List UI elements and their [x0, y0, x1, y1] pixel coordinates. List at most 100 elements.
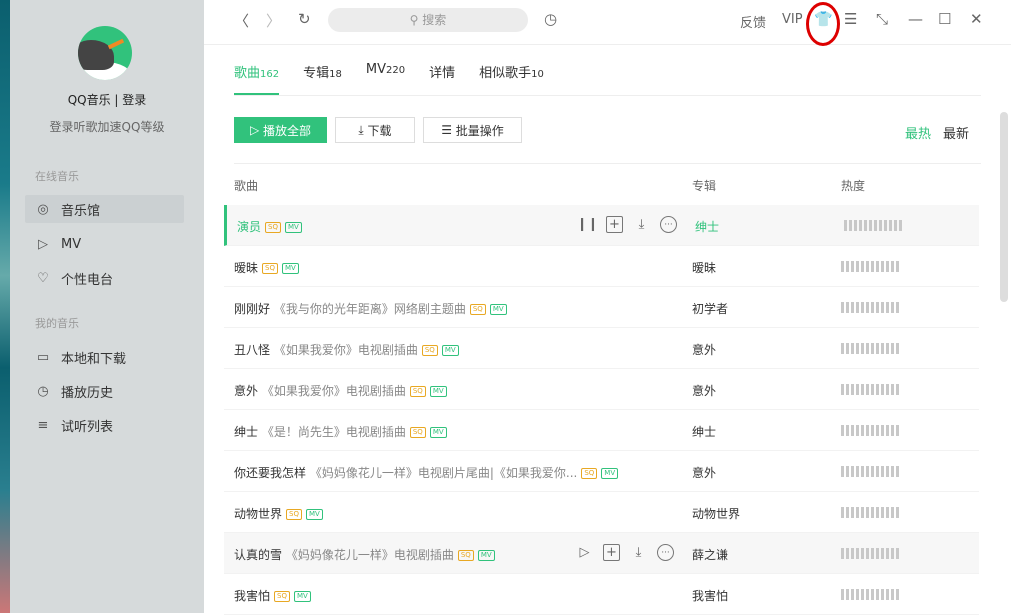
refresh-icon[interactable]: ↻	[298, 10, 311, 28]
heat-bar	[841, 589, 901, 600]
song-row[interactable]: 演员SQMV ❙❙ + ⤓ ··· 绅士	[224, 205, 979, 246]
mv-badge[interactable]: MV	[285, 222, 302, 233]
mv-badge[interactable]: MV	[442, 345, 459, 356]
album-link[interactable]: 意外	[692, 341, 716, 358]
tab-details[interactable]: 详情	[429, 62, 455, 95]
sidebar-item-history[interactable]: ◷ 播放历史	[25, 377, 184, 405]
album-link[interactable]: 绅士	[692, 423, 716, 440]
tab-mv[interactable]: MV220	[366, 62, 405, 95]
song-row[interactable]: 我害怕SQMV我害怕	[224, 574, 979, 615]
section-my-music: 我的音乐	[35, 315, 79, 331]
sq-badge: SQ	[581, 468, 597, 479]
sidebar-item-mv[interactable]: ▷ MV	[25, 230, 184, 258]
song-title[interactable]: 认真的雪 《妈妈像花儿一样》电视剧插曲SQMV	[234, 546, 495, 563]
sq-badge: SQ	[410, 427, 426, 438]
sidebar-item-label: 试听列表	[61, 416, 113, 435]
sort-hot[interactable]: 最热	[905, 123, 931, 142]
minimize-icon[interactable]: —	[908, 10, 923, 28]
menu-icon[interactable]: ☰	[844, 10, 857, 28]
song-row[interactable]: 认真的雪 《妈妈像花儿一样》电视剧插曲SQMV ▷ + ⤓ ···薛之谦	[224, 533, 979, 574]
sq-badge: SQ	[422, 345, 438, 356]
sidebar-item-radio[interactable]: ♡个性电台	[25, 264, 184, 292]
album-link[interactable]: 意外	[692, 382, 716, 399]
song-row[interactable]: 意外 《如果我爱你》电视剧插曲SQMV意外	[224, 369, 979, 410]
playlist-icon: ≡	[35, 417, 51, 433]
album-link[interactable]: 绅士	[695, 218, 719, 235]
song-row[interactable]: 绅士 《是！尚先生》电视剧插曲SQMV绅士	[224, 410, 979, 451]
heat-bar	[841, 384, 901, 395]
sq-badge: SQ	[274, 591, 290, 602]
maximize-icon[interactable]: ☐	[938, 10, 951, 28]
search-placeholder: 搜索	[422, 13, 446, 27]
song-title[interactable]: 演员SQMV	[237, 218, 302, 235]
song-row[interactable]: 暧昧SQMV 暧昧	[224, 246, 979, 287]
song-title[interactable]: 动物世界SQMV	[234, 505, 323, 522]
mv-badge[interactable]: MV	[306, 509, 323, 520]
recognize-music-icon[interactable]: ◷	[544, 10, 557, 28]
album-link[interactable]: 初学者	[692, 300, 728, 317]
sidebar-item-local-download[interactable]: ▭本地和下载	[25, 343, 184, 371]
mv-badge[interactable]: MV	[490, 304, 507, 315]
heat-bar	[841, 548, 901, 559]
song-title[interactable]: 我害怕SQMV	[234, 587, 311, 604]
song-title[interactable]: 暧昧SQMV	[234, 259, 299, 276]
download-icon: ⤓	[358, 123, 367, 138]
sidebar-item-label: MV	[61, 237, 81, 252]
music-hall-icon: ◎	[35, 201, 51, 217]
back-icon[interactable]: 〈	[234, 10, 249, 31]
add-icon[interactable]: +	[606, 216, 623, 233]
search-input[interactable]: ⚲ 搜索	[328, 8, 528, 32]
tab-albums[interactable]: 专辑18	[303, 62, 342, 95]
song-row[interactable]: 动物世界SQMV 动物世界	[224, 492, 979, 533]
clock-icon: ◷	[35, 383, 51, 399]
sq-badge: SQ	[458, 550, 474, 561]
forward-icon[interactable]: 〉	[266, 10, 281, 31]
song-row[interactable]: 你还要我怎样 《妈妈像花儿一样》电视剧片尾曲|《如果我爱你...SQMV意外	[224, 451, 979, 492]
feedback-link[interactable]: 反馈	[740, 12, 766, 31]
album-link[interactable]: 薛之谦	[692, 546, 728, 563]
play-all-button[interactable]: ▷ 播放全部	[234, 117, 327, 143]
download-icon[interactable]: ⤓	[633, 216, 650, 233]
download-icon[interactable]: ⤓	[630, 544, 647, 561]
song-row[interactable]: 刚刚好 《我与你的光年距离》网络剧主题曲SQMV 初学者	[224, 287, 979, 328]
mv-badge[interactable]: MV	[478, 550, 495, 561]
song-title[interactable]: 绅士 《是！尚先生》电视剧插曲SQMV	[234, 423, 447, 440]
sidebar-item-playlist[interactable]: ≡ 试听列表	[25, 411, 184, 439]
radio-icon: ♡	[35, 270, 51, 286]
album-link[interactable]: 暧昧	[692, 259, 716, 276]
song-title[interactable]: 刚刚好 《我与你的光年距离》网络剧主题曲SQMV	[234, 300, 507, 317]
mv-badge[interactable]: MV	[294, 591, 311, 602]
sidebar-item-label: 本地和下载	[61, 348, 126, 367]
sort-new[interactable]: 最新	[943, 123, 969, 142]
scrollbar[interactable]	[1000, 112, 1008, 302]
mv-badge[interactable]: MV	[282, 263, 299, 274]
sidebar-item-music-hall[interactable]: ◎音乐馆	[25, 195, 184, 223]
mv-badge[interactable]: MV	[601, 468, 618, 479]
download-button[interactable]: ⤓ 下载	[335, 117, 415, 143]
tab-similar-artists[interactable]: 相似歌手10	[479, 62, 544, 95]
login-link[interactable]: QQ音乐 | 登录	[10, 91, 204, 108]
tab-songs[interactable]: 歌曲162	[234, 62, 279, 95]
sidebar-item-label: 播放历史	[61, 382, 113, 401]
batch-button[interactable]: ☰ 批量操作	[423, 117, 522, 143]
vip-link[interactable]: VIP	[782, 12, 803, 27]
album-link[interactable]: 我害怕	[692, 587, 728, 604]
mv-badge[interactable]: MV	[430, 386, 447, 397]
song-title[interactable]: 意外 《如果我爱你》电视剧插曲SQMV	[234, 382, 447, 399]
avatar[interactable]	[78, 26, 132, 80]
mv-icon: ▷	[35, 236, 51, 252]
more-icon[interactable]: ···	[660, 216, 677, 233]
mv-badge[interactable]: MV	[430, 427, 447, 438]
play-icon[interactable]: ▷	[576, 544, 593, 561]
close-icon[interactable]: ✕	[970, 10, 983, 28]
album-link[interactable]: 意外	[692, 464, 716, 481]
pause-icon[interactable]: ❙❙	[579, 216, 596, 233]
song-row[interactable]: 丑八怪 《如果我爱你》电视剧插曲SQMV意外	[224, 328, 979, 369]
song-title[interactable]: 你还要我怎样 《妈妈像花儿一样》电视剧片尾曲|《如果我爱你...SQMV	[234, 464, 618, 481]
mini-mode-icon[interactable]: ⤡	[876, 10, 888, 28]
sq-badge: SQ	[410, 386, 426, 397]
song-title[interactable]: 丑八怪 《如果我爱你》电视剧插曲SQMV	[234, 341, 459, 358]
album-link[interactable]: 动物世界	[692, 505, 740, 522]
more-icon[interactable]: ···	[657, 544, 674, 561]
add-icon[interactable]: +	[603, 544, 620, 561]
